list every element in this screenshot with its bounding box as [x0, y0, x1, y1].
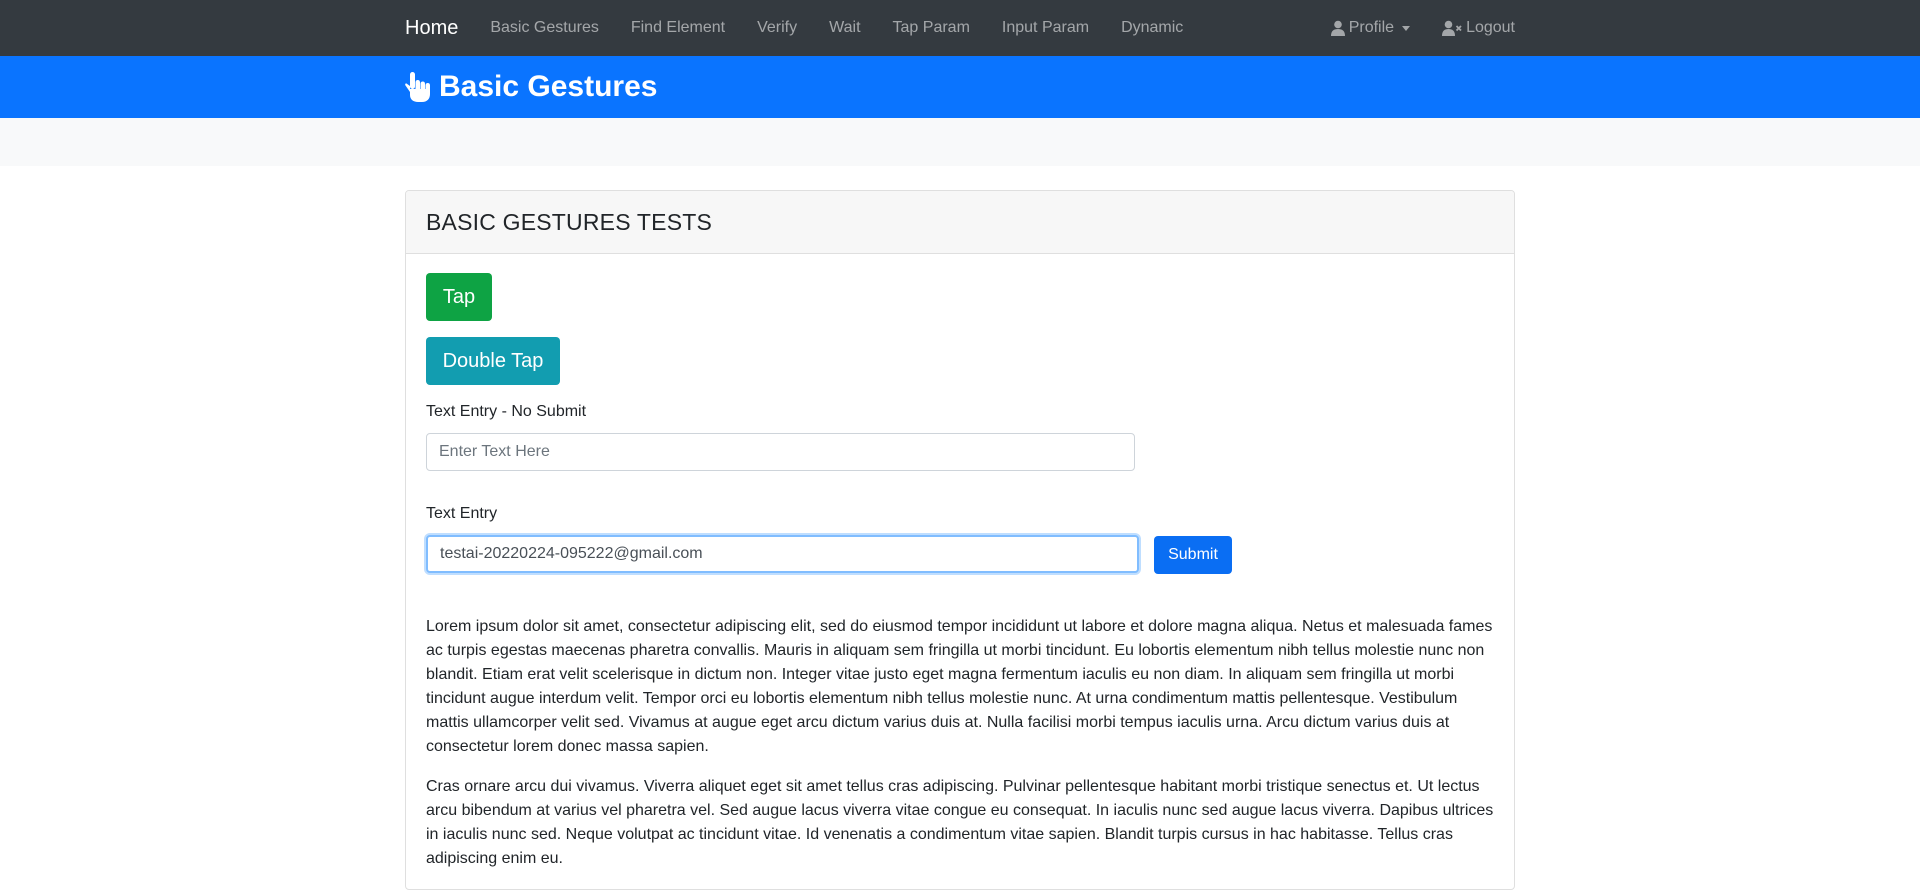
nav-link-find-element[interactable]: Find Element — [631, 0, 725, 56]
profile-label: Profile — [1348, 19, 1395, 36]
logout-link[interactable]: Logout — [1442, 0, 1515, 56]
nav-link-wait[interactable]: Wait — [829, 0, 860, 56]
sub-header-bar — [0, 118, 1920, 166]
profile-dropdown[interactable]: Profile — [1330, 0, 1411, 56]
nav-home-link[interactable]: Home — [405, 0, 458, 56]
nav-link-input-param[interactable]: Input Param — [1002, 0, 1089, 56]
text-entry-input[interactable] — [426, 535, 1139, 573]
logout-label: Logout — [1466, 19, 1515, 36]
nav-link-verify[interactable]: Verify — [757, 0, 797, 56]
top-navbar: Home Basic Gestures Find Element Verify … — [0, 0, 1920, 56]
banner-container: Basic Gestures — [405, 56, 657, 118]
text-entry-no-submit-label: Text Entry - No Submit — [426, 403, 587, 420]
user-icon — [1330, 20, 1345, 36]
user-remove-icon — [1442, 20, 1462, 36]
basic-gestures-card: BASIC GESTURES TESTS Tap Double Tap Text… — [405, 190, 1515, 890]
card-title: BASIC GESTURES TESTS — [426, 208, 713, 235]
nav-link-basic-gestures[interactable]: Basic Gestures — [490, 0, 598, 56]
lorem-paragraph-1: Lorem ipsum dolor sit amet, consectetur … — [426, 618, 1493, 755]
lorem-paragraph-2: Cras ornare arcu dui vivamus. Viverra al… — [426, 778, 1494, 867]
submit-button[interactable]: Submit — [1154, 536, 1232, 574]
tap-button[interactable]: Tap — [426, 273, 492, 321]
double-tap-button[interactable]: Double Tap — [426, 337, 560, 385]
chevron-down-icon — [1402, 25, 1411, 31]
nav-links: Basic Gestures Find Element Verify Wait … — [490, 0, 1215, 56]
card-header: BASIC GESTURES TESTS — [406, 191, 1514, 254]
text-entry-no-submit-input[interactable] — [426, 433, 1135, 471]
nav-link-tap-param[interactable]: Tap Param — [893, 0, 970, 56]
nav-link-dynamic[interactable]: Dynamic — [1121, 0, 1183, 56]
page-banner: Basic Gestures — [0, 56, 1920, 118]
text-entry-label: Text Entry — [426, 505, 498, 522]
pointing-hand-icon — [405, 72, 430, 102]
page-title: Basic Gestures — [439, 70, 658, 103]
nav-right: Profile Logout — [1299, 0, 1515, 56]
navbar-container: Home Basic Gestures Find Element Verify … — [405, 0, 1515, 56]
